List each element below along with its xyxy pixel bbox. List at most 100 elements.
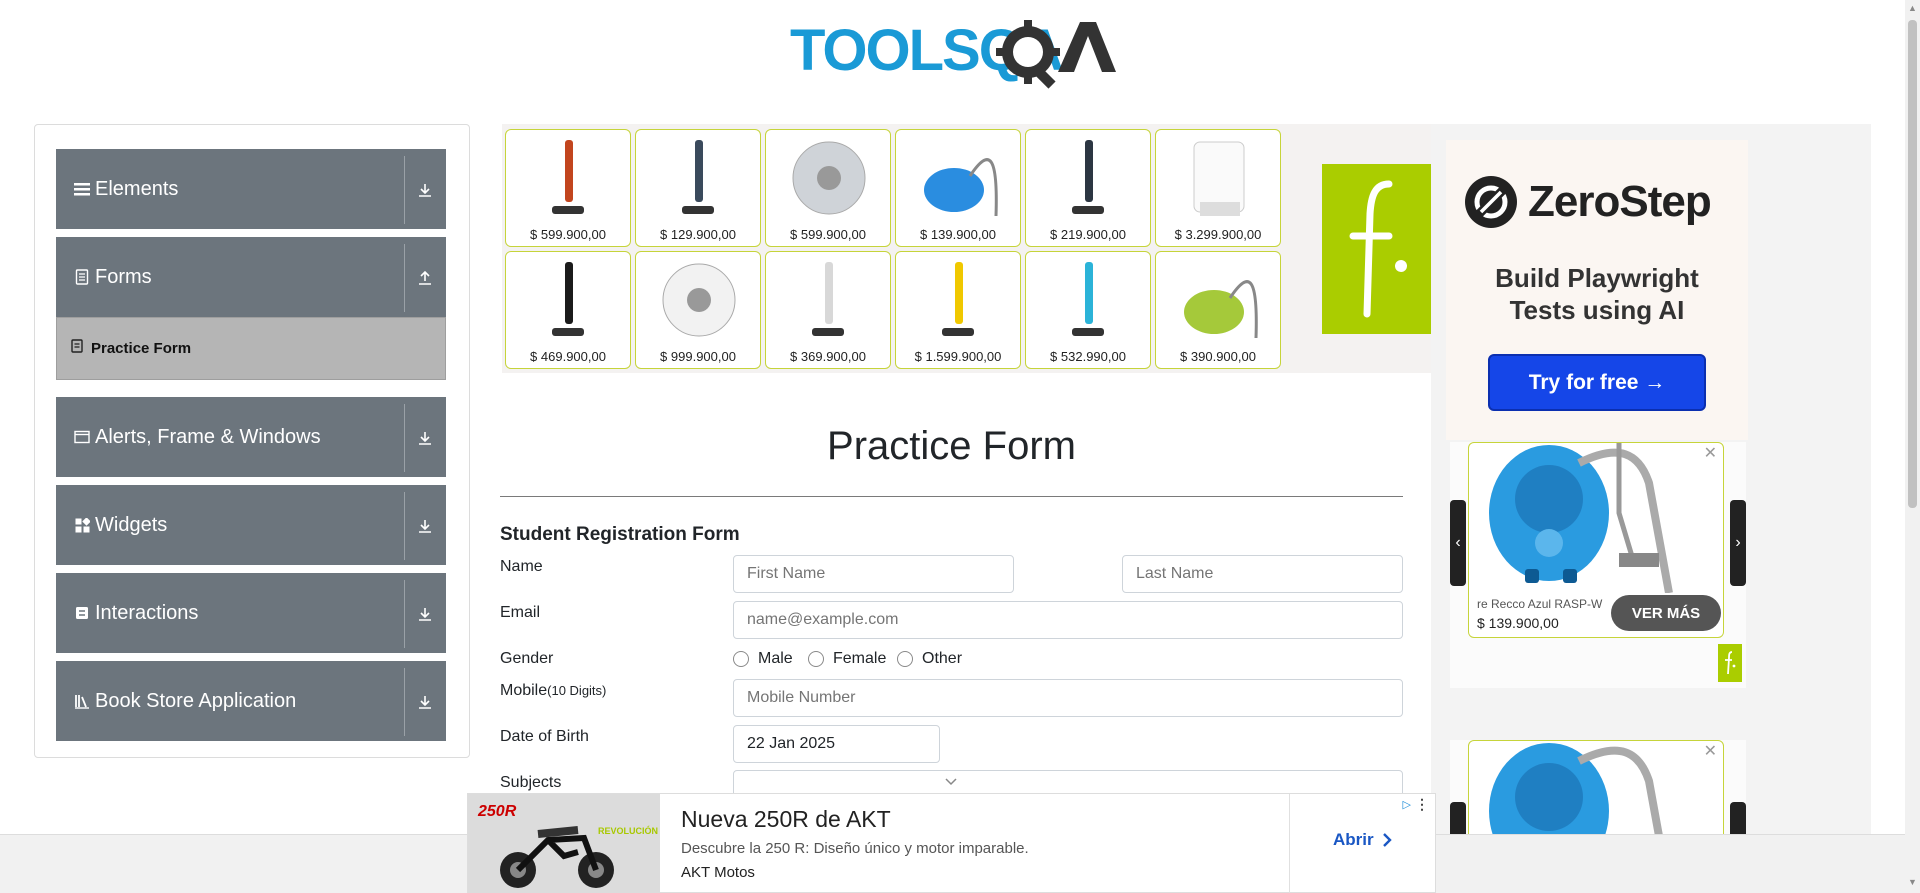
ver-mas-button[interactable]: VER MÁS	[1611, 595, 1721, 631]
product-image	[812, 262, 844, 336]
product-image	[1184, 280, 1258, 339]
radio-circle[interactable]	[808, 651, 824, 667]
mobile-label: Mobile(10 Digits)	[500, 682, 606, 700]
product-ad-card[interactable]: $ 599.900,00	[505, 129, 631, 247]
sidebar-item-practice-form[interactable]: Practice Form	[56, 317, 446, 380]
product-ad-card[interactable]: $ 369.900,00	[765, 251, 891, 369]
sidebar-group-forms[interactable]: Forms	[56, 237, 446, 317]
product-ad-card[interactable]: $ 469.900,00	[505, 251, 631, 369]
email-input[interactable]	[733, 601, 1403, 639]
gender-radio-other[interactable]: Other	[897, 650, 962, 668]
sidebar-group-book-store[interactable]: Book Store Application	[56, 661, 446, 741]
try-for-free-button[interactable]: Try for free →	[1488, 354, 1706, 411]
toolsqa-logo[interactable]: TOOLSQA	[790, 14, 1116, 90]
tagline-line-1: Build Playwright	[1495, 263, 1699, 293]
close-ad-icon[interactable]: ✕	[1704, 443, 1717, 463]
sidebar-group-elements[interactable]: Elements	[56, 149, 446, 229]
sidebar-group-label: Alerts, Frame & Windows	[95, 425, 321, 448]
download-icon[interactable]	[405, 486, 445, 566]
product-price: $ 469.900,00	[530, 349, 606, 364]
close-ad-icon[interactable]: ✕	[1704, 741, 1717, 761]
radio-circle[interactable]	[733, 651, 749, 667]
divider	[1289, 794, 1290, 893]
product-ad-card[interactable]: $ 599.900,00	[765, 129, 891, 247]
download-icon[interactable]	[405, 662, 445, 742]
product-image	[682, 140, 714, 214]
widgets-icon	[73, 516, 91, 534]
page-scrollbar[interactable]: ▲ ▼	[1905, 0, 1920, 893]
bottom-ad-advertiser: AKT Motos	[681, 864, 755, 881]
carousel-next-button[interactable]: ›	[1730, 802, 1746, 834]
zerostep-name: ZeroStep	[1528, 177, 1712, 226]
bottom-ad-banner[interactable]: 250R REVOLUCIÓN SOBRE EL ASFALTO Nueva 2…	[467, 793, 1436, 893]
carousel-next-button[interactable]: ›	[1730, 500, 1746, 586]
dob-label: Date of Birth	[500, 728, 589, 745]
document-icon	[71, 339, 83, 358]
more-options-icon[interactable]: ⋮	[1415, 796, 1429, 813]
sidebar-group-label: Elements	[95, 177, 179, 200]
tagline-line-2: Tests using AI	[1509, 295, 1685, 325]
download-icon[interactable]	[405, 574, 445, 654]
product-ad-card[interactable]: $ 129.900,00	[635, 129, 761, 247]
carousel-product-card[interactable]: ✕ re Recco Azul RASP-W $ 139.900,00 VER …	[1468, 442, 1724, 638]
bottom-ad-description: Descubre la 250 R: Diseño único y motor …	[681, 840, 1029, 857]
open-ad-button[interactable]: Abrir	[1333, 830, 1392, 850]
download-icon[interactable]	[405, 150, 445, 230]
sidebar-group-alerts[interactable]: Alerts, Frame & Windows	[56, 397, 446, 477]
mobile-input[interactable]	[733, 679, 1403, 717]
product-image	[662, 263, 736, 337]
product-ad-card[interactable]: $ 219.900,00	[1025, 129, 1151, 247]
scrollbar-thumb[interactable]	[1908, 20, 1917, 508]
sidebar-group-label: Widgets	[95, 513, 168, 536]
falabella-small-logo[interactable]	[1718, 644, 1742, 682]
radio-label: Female	[833, 650, 887, 667]
radio-label: Male	[758, 650, 793, 667]
product-price: $ 219.900,00	[1050, 227, 1126, 242]
chevron-down-icon	[945, 778, 957, 786]
carousel-product-card[interactable]: ✕	[1468, 740, 1724, 834]
product-carousel-2: ‹ ✕ ›	[1450, 740, 1746, 834]
vacuum-image	[1489, 443, 1673, 594]
product-ad-card[interactable]: $ 390.900,00	[1155, 251, 1281, 369]
adchoices-icon[interactable]: ▷	[1403, 798, 1411, 811]
last-name-input[interactable]	[1122, 555, 1403, 593]
scroll-down-icon[interactable]: ▼	[1908, 878, 1917, 887]
carousel-prev-button[interactable]: ‹	[1450, 802, 1466, 834]
upload-icon[interactable]	[405, 238, 445, 318]
product-ad-card[interactable]: $ 139.900,00	[895, 129, 1021, 247]
bottom-ad-title: Nueva 250R de AKT	[681, 806, 891, 832]
mobile-label-text: Mobile	[500, 682, 548, 699]
product-price: $ 369.900,00	[790, 349, 866, 364]
product-price: $ 129.900,00	[660, 227, 736, 242]
product-price: $ 532.990,00	[1050, 349, 1126, 364]
product-image	[1072, 262, 1104, 336]
download-icon[interactable]	[405, 398, 445, 478]
radio-label: Other	[922, 650, 963, 667]
name-label: Name	[500, 558, 543, 575]
product-ad-card[interactable]: $ 999.900,00	[635, 251, 761, 369]
product-price: $ 139.900,00	[920, 227, 996, 242]
document-icon	[73, 268, 91, 286]
chevron-right-icon	[1382, 833, 1392, 847]
gender-label: Gender	[500, 650, 554, 667]
product-carousel: ‹ ✕ re Recco Azul RASP-W $ 139.900,00 VE…	[1450, 442, 1746, 688]
product-ad-card[interactable]: $ 532.990,00	[1025, 251, 1151, 369]
carousel-prev-button[interactable]: ‹	[1450, 500, 1466, 586]
product-ad-card[interactable]: $ 3.299.900,00	[1155, 129, 1281, 247]
product-ad-card[interactable]: $ 1.599.900,00	[895, 251, 1021, 369]
radio-circle[interactable]	[897, 651, 913, 667]
date-of-birth-input[interactable]	[733, 725, 940, 763]
gender-radio-male[interactable]: Male	[733, 650, 793, 668]
interactions-icon	[73, 604, 91, 622]
gender-radio-female[interactable]: Female	[808, 650, 886, 668]
sidebar-group-interactions[interactable]: Interactions	[56, 573, 446, 653]
falabella-logo[interactable]	[1322, 164, 1432, 334]
zerostep-tagline: Build Playwright Tests using AI	[1446, 262, 1748, 326]
scroll-up-icon[interactable]: ▲	[1908, 4, 1917, 13]
product-image	[1072, 140, 1104, 214]
zerostep-icon	[1465, 176, 1517, 228]
left-panel: Elements Forms Practice Form Alerts, Fra…	[34, 124, 470, 758]
sidebar-item-label: Practice Form	[91, 340, 192, 357]
sidebar-group-widgets[interactable]: Widgets	[56, 485, 446, 565]
first-name-input[interactable]	[733, 555, 1014, 593]
